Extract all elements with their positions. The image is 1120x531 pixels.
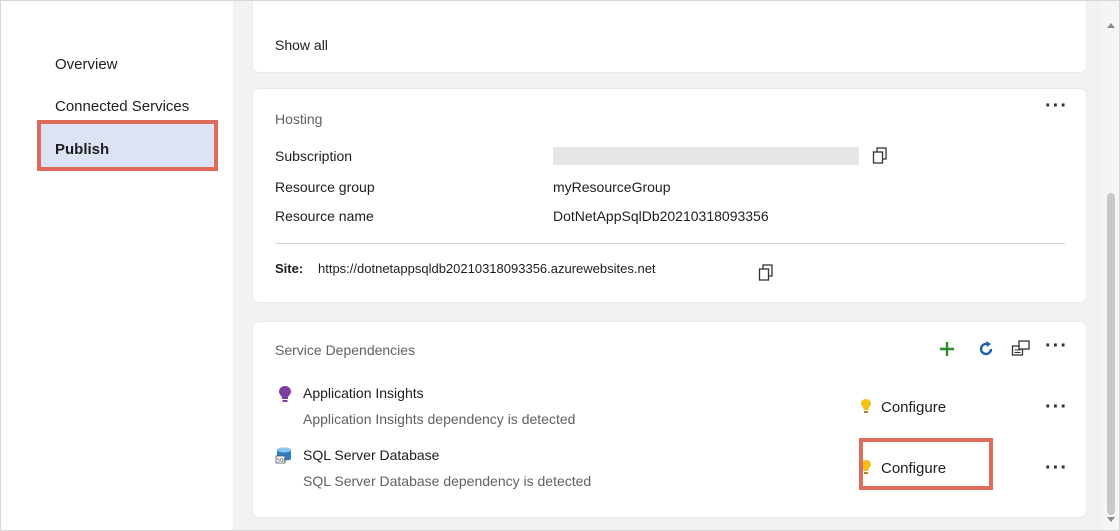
add-icon[interactable]: [938, 340, 956, 358]
scroll-up-arrow-icon[interactable]: [1107, 23, 1115, 28]
overview-card: Show all: [253, 1, 1086, 72]
hosting-more-button[interactable]: ···: [1045, 96, 1068, 116]
copy-icon[interactable]: [872, 147, 888, 165]
site-label: Site:: [275, 261, 304, 276]
resource-group-value: myResourceGroup: [553, 179, 671, 195]
hosting-card: Hosting ··· Subscription Resource group …: [253, 89, 1086, 302]
main-content: Show all Hosting ··· Subscription Resour…: [233, 1, 1103, 530]
nav-item-overview[interactable]: Overview: [55, 56, 118, 73]
service-dependencies-card: Service Dependencies ··· Application Ins…: [253, 322, 1086, 517]
refresh-icon[interactable]: [977, 340, 995, 358]
scroll-thumb[interactable]: [1107, 193, 1115, 515]
sql-database-icon: SQL: [275, 447, 291, 464]
configure-highlight-box: [859, 438, 993, 490]
resource-name-label: Resource name: [275, 208, 374, 224]
lightbulb-icon: [861, 399, 871, 413]
configure-link[interactable]: Configure: [881, 399, 946, 416]
dependency-name: Application Insights: [303, 385, 424, 401]
resource-group-label: Resource group: [275, 179, 375, 195]
subscription-value-redacted: [553, 147, 859, 165]
publish-highlight-box: [37, 120, 218, 171]
application-insights-icon: [279, 386, 291, 402]
resource-name-value: DotNetAppSqlDb20210318093356: [553, 208, 769, 224]
publish-window: Overview Connected Services Publish Show…: [0, 0, 1120, 531]
nav-item-connected-services[interactable]: Connected Services: [55, 98, 189, 115]
show-all-link[interactable]: Show all: [275, 37, 328, 53]
dependency-more-button[interactable]: ···: [1045, 397, 1068, 417]
left-navigation: Overview Connected Services Publish: [1, 1, 233, 530]
service-dependencies-title: Service Dependencies: [275, 342, 416, 358]
dependencies-more-button[interactable]: ···: [1045, 336, 1068, 356]
dependency-more-button[interactable]: ···: [1045, 458, 1068, 478]
vertical-scrollbar[interactable]: [1102, 1, 1119, 530]
svg-text:SQL: SQL: [277, 458, 286, 464]
dependency-name: SQL Server Database: [303, 447, 440, 463]
dependency-description: Application Insights dependency is detec…: [303, 411, 576, 427]
scroll-down-arrow-icon[interactable]: [1107, 517, 1115, 522]
site-url-link[interactable]: https://dotnetappsqldb20210318093356.azu…: [318, 261, 656, 276]
hosting-title: Hosting: [275, 111, 323, 127]
dependency-description: SQL Server Database dependency is detect…: [303, 473, 592, 489]
subscription-label: Subscription: [275, 148, 353, 164]
hosting-divider: [275, 243, 1065, 244]
copy-icon[interactable]: [758, 264, 774, 282]
manage-dependencies-icon[interactable]: [1011, 339, 1031, 357]
